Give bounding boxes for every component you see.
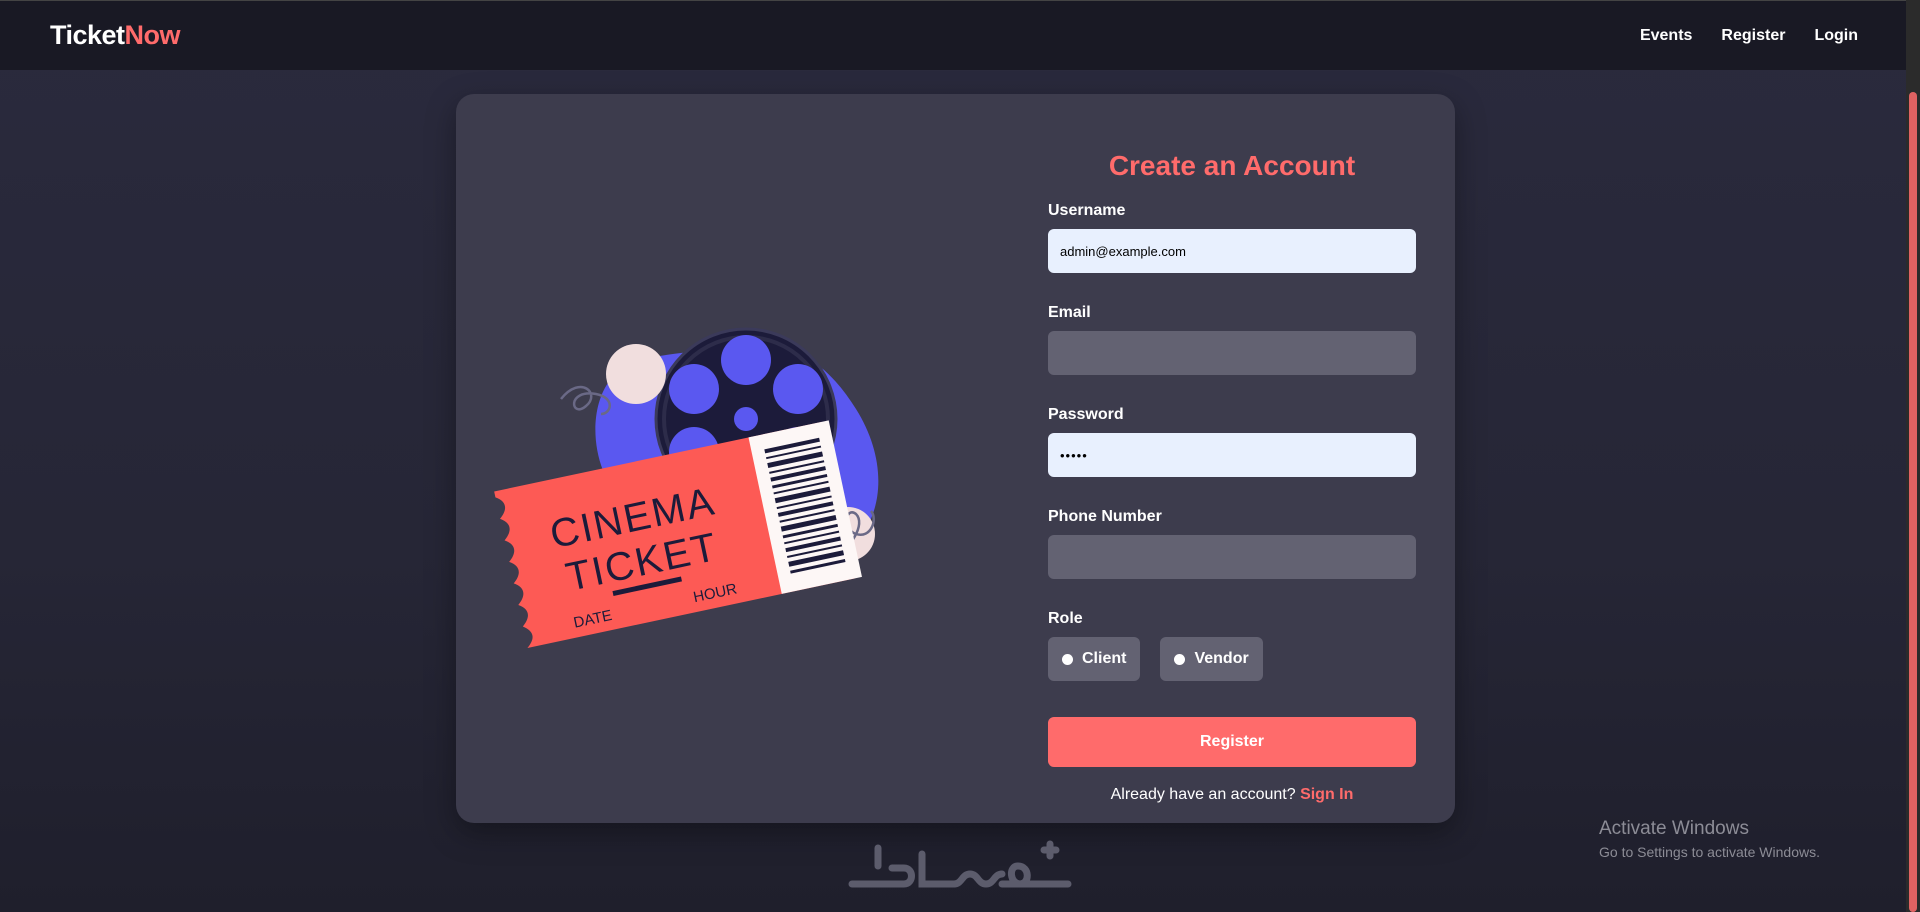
activate-windows-notice: Activate Windows Go to Settings to activ… xyxy=(1599,818,1820,860)
form-title: Create an Account xyxy=(1108,150,1356,181)
password-input[interactable] xyxy=(1048,433,1416,477)
cinema-ticket-illustration: CINEMA TICKET DATE HOUR xyxy=(494,327,879,648)
signin-link[interactable]: Sign In xyxy=(1300,786,1353,803)
nav-link-login[interactable]: Login xyxy=(1814,27,1858,45)
password-label: Password xyxy=(1048,406,1124,423)
radio-dot-icon xyxy=(1062,653,1073,665)
email-label: Email xyxy=(1048,304,1091,321)
signin-prompt-text: Already have an account? xyxy=(1110,786,1296,803)
role-options: Client Vendor xyxy=(1048,637,1416,681)
brand-logo-ticket: Ticket xyxy=(50,20,125,50)
brand-logo-now: Now xyxy=(124,20,181,50)
page-scrollbar[interactable] xyxy=(1906,0,1920,912)
username-input[interactable] xyxy=(1048,229,1416,273)
register-form: Create an Account Username Email Passwor… xyxy=(1048,150,1416,804)
username-label: Username xyxy=(1048,202,1126,219)
brand-watermark-logo xyxy=(848,840,1072,888)
signin-prompt: Already have an account? Sign In xyxy=(1048,786,1416,804)
role-option-vendor[interactable]: Vendor xyxy=(1160,637,1263,681)
nav-link-register[interactable]: Register xyxy=(1721,27,1785,45)
role-label-client: Client xyxy=(1082,650,1127,667)
activate-windows-title: Activate Windows xyxy=(1599,818,1749,839)
scrollbar-thumb[interactable] xyxy=(1909,92,1917,912)
radio-dot-icon xyxy=(1174,653,1186,665)
register-button[interactable]: Register xyxy=(1048,717,1416,767)
phone-label: Phone Number xyxy=(1048,508,1162,525)
register-card: CINEMA TICKET DATE HOUR Create an Accoun… xyxy=(456,94,1455,823)
nav-links: Events Register Login xyxy=(1640,27,1858,45)
top-navbar: TicketNow Events Register Login xyxy=(0,0,1906,70)
activate-windows-subtitle: Go to Settings to activate Windows. xyxy=(1599,844,1820,860)
email-input[interactable] xyxy=(1048,331,1416,375)
role-label-vendor: Vendor xyxy=(1194,650,1249,667)
brand-logo[interactable]: TicketNow xyxy=(50,20,181,51)
role-label: Role xyxy=(1048,610,1083,627)
phone-input[interactable] xyxy=(1048,535,1416,579)
role-option-client[interactable]: Client xyxy=(1048,637,1141,681)
nav-link-events[interactable]: Events xyxy=(1640,27,1692,45)
